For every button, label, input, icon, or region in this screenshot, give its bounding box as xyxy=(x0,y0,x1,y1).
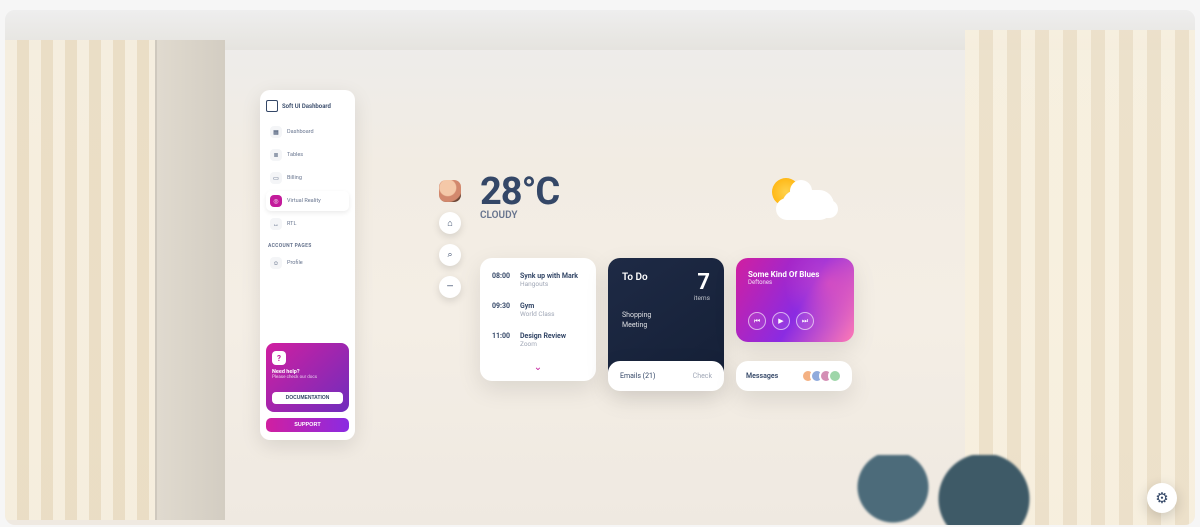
help-card: ? Need help? Please check our docs DOCUM… xyxy=(266,343,349,412)
table-icon: ≣ xyxy=(270,149,282,161)
sidebar-item-label: Virtual Reality xyxy=(287,198,321,204)
gear-icon: ⚙ xyxy=(1155,489,1168,507)
schedule-time: 11:00 xyxy=(492,332,512,348)
avatar xyxy=(828,369,842,383)
help-icon: ? xyxy=(272,351,286,365)
weather-widget: 28°C CLOUDY xyxy=(480,170,559,221)
todo-item: Shopping xyxy=(622,311,710,321)
sidebar-item-label: Billing xyxy=(287,175,302,181)
search-button[interactable]: ⌕ xyxy=(439,244,461,266)
schedule-expand-button[interactable]: ⌄ xyxy=(492,362,584,373)
vr-icon: ◎ xyxy=(270,195,282,207)
minimize-button[interactable]: — xyxy=(439,276,461,298)
todo-count-number: 7 xyxy=(694,272,710,294)
schedule-subtitle: Hangouts xyxy=(520,280,578,288)
minimize-icon: — xyxy=(446,282,453,292)
brand: Soft UI Dashboard xyxy=(266,100,349,112)
temperature-value: 28°C xyxy=(480,170,559,214)
sidebar-item-tables[interactable]: ≣ Tables xyxy=(266,145,349,165)
sidebar-item-virtual-reality[interactable]: ◎ Virtual Reality xyxy=(266,191,349,211)
sidebar-item-label: Tables xyxy=(287,152,303,158)
play-icon: ▶ xyxy=(778,317,783,325)
messages-card[interactable]: Messages xyxy=(736,361,852,391)
emails-card[interactable]: Emails (21) Check xyxy=(608,361,724,391)
todo-preview-list: Shopping Meeting xyxy=(622,311,710,331)
home-button[interactable]: ⌂ xyxy=(439,212,461,234)
sidebar-item-label: Dashboard xyxy=(287,129,314,135)
schedule-time: 08:00 xyxy=(492,272,512,288)
music-artist: Deftones xyxy=(748,279,842,286)
schedule-title: Gym xyxy=(520,302,555,310)
messages-label: Messages xyxy=(746,372,778,380)
sidebar-item-label: Profile xyxy=(287,260,303,266)
schedule-title: Design Review xyxy=(520,332,566,340)
sidebar-item-label: RTL xyxy=(287,221,296,227)
todo-count: 7 items xyxy=(694,272,710,302)
room-pillows xyxy=(815,455,1075,525)
todo-count-label: items xyxy=(694,294,710,302)
emails-check-link[interactable]: Check xyxy=(693,372,712,380)
schedule-subtitle: Zoom xyxy=(520,340,566,348)
emails-label: Emails (21) xyxy=(620,372,655,380)
sidebar-item-profile[interactable]: ☺ Profile xyxy=(266,253,349,273)
schedule-row[interactable]: 11:00 Design Review Zoom xyxy=(492,332,584,348)
card-icon: ▭ xyxy=(270,172,282,184)
support-button[interactable]: SUPPORT xyxy=(266,418,349,432)
brand-logo-icon xyxy=(266,100,278,112)
music-prev-button[interactable]: ⏮ xyxy=(748,312,766,330)
sidebar-item-billing[interactable]: ▭ Billing xyxy=(266,168,349,188)
sun-cloud-icon xyxy=(760,176,840,226)
room-door xyxy=(155,40,225,520)
todo-item: Meeting xyxy=(622,321,710,331)
schedule-card: 08:00 Synk up with Mark Hangouts 09:30 G… xyxy=(480,258,596,381)
action-column: ⌂ ⌕ — xyxy=(439,180,461,298)
documentation-button[interactable]: DOCUMENTATION xyxy=(272,392,343,404)
user-icon: ☺ xyxy=(270,257,282,269)
schedule-subtitle: World Class xyxy=(520,310,555,318)
messages-avatars xyxy=(806,369,842,383)
music-controls: ⏮ ▶ ⏭ xyxy=(748,312,814,330)
search-icon: ⌕ xyxy=(447,250,452,260)
scene-background: Soft UI Dashboard ▦ Dashboard ≣ Tables ▭… xyxy=(5,10,1195,525)
next-icon: ⏭ xyxy=(802,317,808,326)
brand-title: Soft UI Dashboard xyxy=(282,103,331,110)
sidebar-item-dashboard[interactable]: ▦ Dashboard xyxy=(266,122,349,142)
music-card: Some Kind Of Blues Deftones ⏮ ▶ ⏭ xyxy=(736,258,854,342)
room-curtain-right xyxy=(965,30,1195,525)
help-subtitle: Please check our docs xyxy=(272,375,343,380)
schedule-row[interactable]: 09:30 Gym World Class xyxy=(492,302,584,318)
music-play-button[interactable]: ▶ xyxy=(772,312,790,330)
schedule-row[interactable]: 08:00 Synk up with Mark Hangouts xyxy=(492,272,584,288)
music-next-button[interactable]: ⏭ xyxy=(796,312,814,330)
schedule-title: Synk up with Mark xyxy=(520,272,578,280)
chevron-down-icon: ⌄ xyxy=(534,362,542,373)
schedule-time: 09:30 xyxy=(492,302,512,318)
sidebar: Soft UI Dashboard ▦ Dashboard ≣ Tables ▭… xyxy=(260,90,355,440)
sidebar-section-label: ACCOUNT PAGES xyxy=(268,243,347,249)
sidebar-item-rtl[interactable]: ↔ RTL xyxy=(266,214,349,234)
music-title: Some Kind Of Blues xyxy=(748,270,842,279)
grid-icon: ▦ xyxy=(270,126,282,138)
settings-button[interactable]: ⚙ xyxy=(1147,483,1177,513)
home-icon: ⌂ xyxy=(447,218,452,229)
rtl-icon: ↔ xyxy=(270,218,282,230)
prev-icon: ⏮ xyxy=(754,317,760,326)
user-avatar[interactable] xyxy=(439,180,461,202)
